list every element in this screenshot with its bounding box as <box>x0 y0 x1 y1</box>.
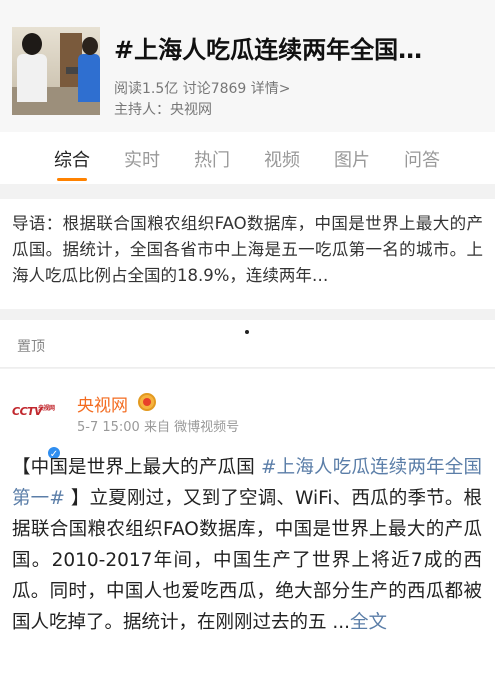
intro-text: 导语：根据联合国粮农组织FAO数据库，中国是世界上最大的产瓜国。据统计，全国各省… <box>12 214 483 285</box>
vip-badge-icon <box>138 393 156 411</box>
topic-header: #上海人吃瓜连续两年全国… 阅读1.5亿 讨论7869 详情> 主持人：央视网 <box>0 0 495 132</box>
post-meta: 5-7 15:00 来自 微博视频号 <box>77 420 240 435</box>
topic-title: #上海人吃瓜连续两年全国… <box>114 36 423 64</box>
tab-hot[interactable]: 热门 <box>182 146 242 172</box>
tab-images[interactable]: 图片 <box>322 146 382 172</box>
weibo-post[interactable]: CCTV 央视网 ✓ 央视网 5-7 15:00 来自 微博视频号 【中国是世界… <box>0 369 495 677</box>
author-avatar[interactable]: CCTV 央视网 ✓ <box>12 393 62 461</box>
tab-qa[interactable]: 问答 <box>392 146 452 172</box>
post-body-text: 】立夏刚过，又到了空调、WiFi、西瓜的季节。根据联合国粮农组织FAO数据库，中… <box>12 488 482 633</box>
tab-video[interactable]: 视频 <box>252 146 312 172</box>
post-body-prefix: 【中国是世界上最大的产瓜国 <box>12 457 261 478</box>
pinned-section-header: 置顶 <box>0 320 495 368</box>
cover-person-left-head <box>22 33 42 55</box>
topic-stats[interactable]: 阅读1.5亿 讨论7869 详情> <box>114 78 291 98</box>
cover-person-right-head <box>82 37 98 55</box>
cctv-logo-subtext: 央视网 <box>38 405 55 412</box>
cover-person-right <box>78 54 100 102</box>
cctv-logo-icon: CCTV 央视网 <box>12 405 58 423</box>
active-tab-indicator <box>57 178 87 181</box>
read-full-link[interactable]: 全文 <box>350 612 387 633</box>
topic-host: 主持人：央视网 <box>114 102 212 118</box>
tab-comprehensive[interactable]: 综合 <box>42 146 102 172</box>
cover-phone <box>66 67 78 74</box>
author-name[interactable]: 央视网 <box>77 391 128 416</box>
post-body: 【中国是世界上最大的产瓜国 #上海人吃瓜连续两年全国第一# 】立夏刚过，又到了空… <box>12 452 482 638</box>
topic-intro[interactable]: 导语：根据联合国粮农组织FAO数据库，中国是世界上最大的产瓜国。据统计，全国各省… <box>0 199 495 309</box>
cover-person-left <box>17 54 47 102</box>
page-indicator-dot <box>245 330 249 334</box>
pinned-label: 置顶 <box>17 339 45 355</box>
topic-tabs: 综合 实时 热门 视频 图片 问答 <box>0 132 495 184</box>
tab-realtime[interactable]: 实时 <box>112 146 172 172</box>
topic-cover-image[interactable] <box>12 27 100 115</box>
